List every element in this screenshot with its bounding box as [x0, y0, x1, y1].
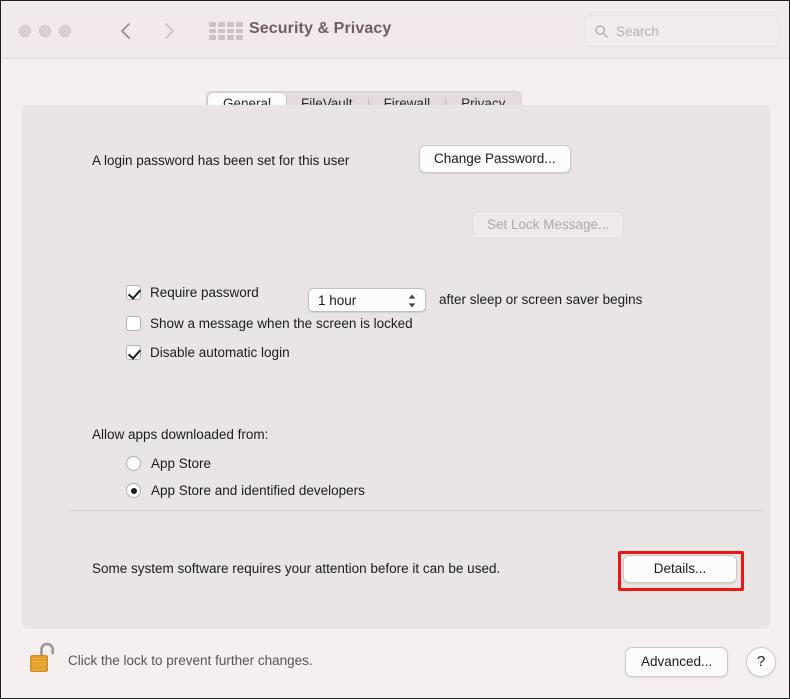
- search-input[interactable]: [616, 23, 756, 39]
- disable-auto-login-label: Disable automatic login: [150, 345, 290, 360]
- zoom-button[interactable]: [59, 25, 71, 37]
- require-password-interval-select[interactable]: 1 hour: [308, 288, 426, 312]
- search-icon: [595, 24, 608, 38]
- attention-notice-label: Some system software requires your atten…: [92, 561, 501, 576]
- page-title: Security & Privacy: [249, 20, 392, 37]
- search-field[interactable]: [584, 15, 779, 47]
- allow-apps-heading: Allow apps downloaded from:: [92, 427, 269, 442]
- close-button[interactable]: [19, 25, 31, 37]
- advanced-button[interactable]: Advanced...: [625, 647, 729, 677]
- app-store-radio[interactable]: [126, 456, 141, 471]
- forward-chevron-icon[interactable]: [158, 20, 180, 42]
- show-lock-message-row[interactable]: Show a message when the screen is locked: [126, 316, 413, 331]
- minimize-button[interactable]: [39, 25, 51, 37]
- help-button[interactable]: ?: [746, 647, 776, 677]
- require-password-checkbox[interactable]: [126, 285, 141, 300]
- identified-developers-label: App Store and identified developers: [151, 483, 365, 498]
- set-lock-message-button[interactable]: Set Lock Message...: [472, 211, 625, 239]
- require-password-interval-value: 1 hour: [318, 292, 357, 308]
- lock-status-label: Click the lock to prevent further change…: [68, 653, 313, 668]
- login-password-status-label: A login password has been set for this u…: [92, 153, 350, 168]
- show-lock-message-checkbox[interactable]: [126, 316, 141, 331]
- app-store-label: App Store: [151, 456, 212, 471]
- require-password-suffix-label: after sleep or screen saver begins: [439, 292, 643, 307]
- show-all-grid-icon[interactable]: [209, 22, 243, 40]
- details-button-highlight-box: [618, 551, 744, 591]
- require-password-label: Require password: [150, 285, 259, 300]
- window-bottom-bar: Click the lock to prevent further change…: [2, 629, 789, 697]
- allow-apps-option-identified-developers[interactable]: App Store and identified developers: [126, 483, 365, 498]
- security-privacy-window: Security & Privacy General FileVault Fir…: [0, 0, 790, 699]
- identified-developers-radio[interactable]: [126, 483, 141, 498]
- section-divider: [70, 510, 764, 511]
- change-password-button[interactable]: Change Password...: [419, 145, 571, 173]
- disable-auto-login-checkbox[interactable]: [126, 345, 141, 360]
- back-chevron-icon[interactable]: [115, 20, 137, 42]
- traffic-light-buttons: [19, 25, 71, 37]
- allow-apps-option-app-store[interactable]: App Store: [126, 456, 211, 471]
- show-lock-message-label: Show a message when the screen is locked: [150, 316, 413, 331]
- window-titlebar: Security & Privacy: [2, 2, 789, 59]
- chevron-updown-icon: [408, 294, 416, 308]
- require-password-row[interactable]: Require password: [126, 285, 259, 300]
- disable-auto-login-row[interactable]: Disable automatic login: [126, 345, 290, 360]
- open-padlock-icon[interactable]: [28, 640, 58, 676]
